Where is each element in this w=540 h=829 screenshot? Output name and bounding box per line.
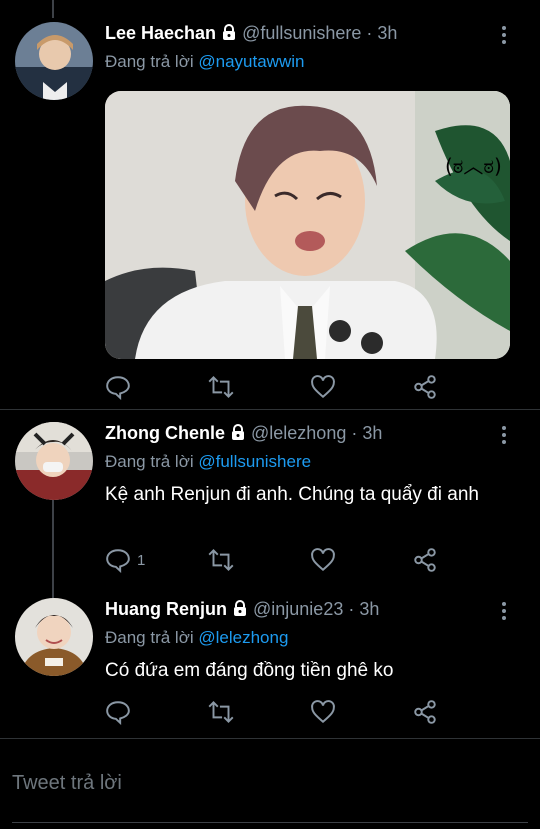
share-button[interactable] — [412, 547, 438, 573]
tweet-media-image[interactable]: (ಠ︿ಠ) — [105, 91, 510, 359]
share-icon — [412, 547, 438, 573]
reply-prefix: Đang trả lời — [105, 628, 194, 647]
divider — [0, 738, 540, 739]
avatar[interactable] — [15, 422, 93, 500]
like-button[interactable] — [310, 547, 336, 573]
tweet-actions — [105, 699, 445, 725]
reply-icon — [105, 547, 131, 573]
avatar[interactable] — [15, 22, 93, 100]
thread-line-top — [52, 0, 54, 18]
display-name[interactable]: Lee Haechan — [105, 23, 216, 43]
retweet-icon — [206, 374, 236, 400]
more-icon[interactable] — [500, 426, 508, 448]
lock-icon — [229, 423, 247, 446]
reply-context: Đang trả lời @nayutawwin — [105, 52, 304, 72]
tweet-header: Huang Renjun @injunie23 · 3h — [105, 598, 379, 622]
compose-underline — [12, 822, 528, 823]
reply-context: Đang trả lời @lelezhong — [105, 628, 288, 648]
retweet-button[interactable] — [206, 374, 236, 400]
tweet-2[interactable]: Zhong Chenle @lelezhong · 3h Đang trả lời… — [0, 422, 540, 592]
tweet-actions — [105, 374, 445, 400]
reply-to-link[interactable]: @nayutawwin — [198, 52, 304, 71]
reply-icon — [105, 699, 131, 725]
retweet-icon — [206, 547, 236, 573]
retweet-button[interactable] — [206, 547, 236, 573]
like-button[interactable] — [310, 699, 336, 725]
avatar[interactable] — [15, 598, 93, 676]
user-handle[interactable]: @lelezhong — [251, 423, 346, 443]
reply-prefix: Đang trả lời — [105, 52, 194, 71]
reply-to-link[interactable]: @lelezhong — [198, 628, 288, 647]
heart-icon — [310, 374, 336, 400]
reply-prefix: Đang trả lời — [105, 452, 194, 471]
tweet-text: Có đứa em đáng đồng tiền ghê ko — [105, 660, 394, 681]
reply-compose-input[interactable]: Tweet trả lời — [12, 772, 122, 795]
reply-context: Đang trả lời @fullsunishere — [105, 452, 311, 472]
reply-button[interactable] — [105, 699, 137, 725]
reply-icon — [105, 374, 131, 400]
user-handle[interactable]: @injunie23 — [253, 599, 343, 619]
share-icon — [412, 374, 438, 400]
tweet-text: Kệ anh Renjun đi anh. Chúng ta quẩy đi a… — [105, 484, 479, 505]
retweet-button[interactable] — [206, 699, 236, 725]
reply-button[interactable] — [105, 374, 137, 400]
lock-icon — [220, 23, 238, 46]
tweet-header: Zhong Chenle @lelezhong · 3h — [105, 422, 382, 446]
share-button[interactable] — [412, 374, 438, 400]
heart-icon — [310, 547, 336, 573]
display-name[interactable]: Zhong Chenle — [105, 423, 225, 443]
more-icon[interactable] — [500, 26, 508, 48]
reply-to-link[interactable]: @fullsunishere — [198, 452, 311, 471]
share-button[interactable] — [412, 699, 438, 725]
lock-icon — [231, 599, 249, 622]
heart-icon — [310, 699, 336, 725]
retweet-icon — [206, 699, 236, 725]
more-icon[interactable] — [500, 602, 508, 624]
display-name[interactable]: Huang Renjun — [105, 599, 227, 619]
timestamp[interactable]: · 3h — [351, 423, 382, 443]
tweet-1[interactable]: Lee Haechan @fullsunishere · 3h Đang trả … — [0, 22, 540, 412]
user-handle[interactable]: @fullsunishere — [242, 23, 361, 43]
timestamp[interactable]: · 3h — [366, 23, 397, 43]
media-caption: (ಠ︿ಠ) — [445, 154, 502, 178]
like-button[interactable] — [310, 374, 336, 400]
tweet-header: Lee Haechan @fullsunishere · 3h — [105, 22, 397, 46]
divider — [0, 409, 540, 410]
timestamp[interactable]: · 3h — [348, 599, 379, 619]
share-icon — [412, 699, 438, 725]
reply-button[interactable]: 1 — [105, 547, 145, 573]
tweet-3[interactable]: Huang Renjun @injunie23 · 3h Đang trả lời… — [0, 598, 540, 738]
reply-count: 1 — [137, 551, 146, 569]
tweet-actions: 1 — [105, 547, 445, 573]
